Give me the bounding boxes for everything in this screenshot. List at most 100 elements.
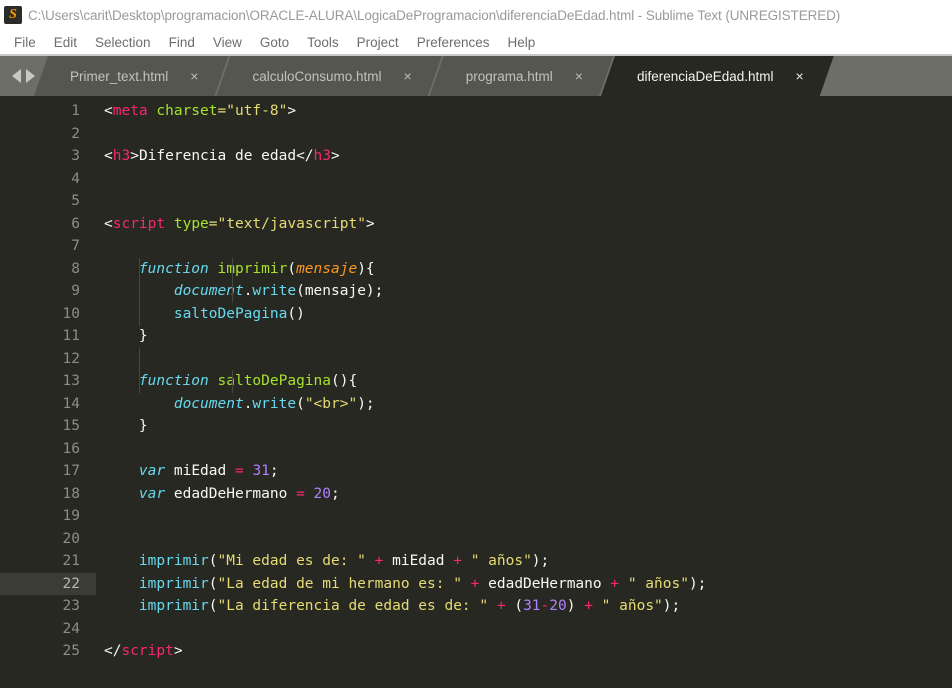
code-token: < xyxy=(104,215,113,232)
code-line-12[interactable] xyxy=(96,348,952,371)
code-line-7[interactable] xyxy=(96,235,952,258)
code-line-25[interactable]: </script> xyxy=(96,640,952,663)
code-line-4[interactable] xyxy=(96,168,952,191)
code-token: </ xyxy=(104,643,122,659)
code-line-18[interactable]: var edadDeHermano = 20; xyxy=(96,483,952,506)
code-line-10[interactable]: saltoDePagina() xyxy=(96,303,952,326)
code-line-2[interactable] xyxy=(96,123,952,146)
code-token: } xyxy=(138,328,148,344)
line-number-24: 24 xyxy=(62,620,80,637)
code-token: ( xyxy=(296,283,305,299)
code-line-24[interactable] xyxy=(96,618,952,641)
menu-item-goto[interactable]: Goto xyxy=(251,34,298,51)
line-number-25: 25 xyxy=(62,643,80,659)
code-line-22[interactable]: imprimir("La edad de mi hermano es: " + … xyxy=(96,573,952,596)
menu-item-edit[interactable]: Edit xyxy=(45,34,86,51)
code-token: = xyxy=(234,463,244,479)
code-line-6[interactable]: <script type="text/javascript"> xyxy=(96,213,952,236)
code-line-21[interactable]: imprimir("Mi edad es de: " + miEdad + " … xyxy=(96,550,952,573)
code-token: mensaje xyxy=(296,260,358,277)
tab-label: Primer_text.html xyxy=(70,68,169,84)
code-token: = xyxy=(208,215,218,232)
line-number-18: 18 xyxy=(62,485,80,502)
code-token: mensaje xyxy=(304,283,366,299)
code-token: script xyxy=(112,215,166,232)
code-content-area[interactable]: <meta charset="utf-8"> <h3>Diferencia de … xyxy=(96,96,952,688)
editor-tab-diferenciaDeEdad-html[interactable]: diferenciaDeEdad.html × xyxy=(601,56,834,96)
editor-tab-calculoConsumo-html[interactable]: calculoConsumo.html × xyxy=(216,56,441,96)
code-line-17[interactable]: var miEdad = 31; xyxy=(96,460,952,483)
code-line-1[interactable]: <meta charset="utf-8"> xyxy=(96,100,952,123)
menu-item-selection[interactable]: Selection xyxy=(86,34,160,51)
code-line-20[interactable] xyxy=(96,528,952,551)
tab-close-icon[interactable]: × xyxy=(404,69,412,83)
code-editor[interactable]: 1 2 3 4 5 6 7 8 9 10 11 12 13 14 15 16 17 18 19 20 21 22 23 24 2… xyxy=(0,96,952,688)
code-token: edadDeHermano xyxy=(165,485,297,502)
tab-next-arrow-icon[interactable] xyxy=(25,69,35,83)
code-token: ( xyxy=(208,553,218,569)
code-token: ( xyxy=(505,598,524,614)
menu-item-tools[interactable]: Tools xyxy=(298,34,348,51)
code-line-8[interactable]: function imprimir(mensaje){ xyxy=(96,258,952,281)
code-token: edadDeHermano xyxy=(479,575,611,592)
tab-close-icon[interactable]: × xyxy=(796,69,804,83)
menu-item-find[interactable]: Find xyxy=(160,34,204,51)
code-token: + xyxy=(610,575,620,592)
code-token: " años" xyxy=(627,575,689,592)
line-number-1: 1 xyxy=(71,103,80,119)
code-token: "<br>" xyxy=(304,395,358,412)
code-line-14[interactable]: document.write("<br>"); xyxy=(96,393,952,416)
code-token: 31 xyxy=(252,463,270,479)
code-token: ); xyxy=(357,395,375,412)
line-number-gutter: 1 2 3 4 5 6 7 8 9 10 11 12 13 14 15 16 17 18 19 20 21 22 23 24 2… xyxy=(0,96,96,688)
code-line-11[interactable]: } xyxy=(96,325,952,348)
line-number-7: 7 xyxy=(71,238,80,254)
code-line-9[interactable]: document.write(mensaje); xyxy=(96,280,952,303)
code-line-3[interactable]: <h3>Diferencia de edad</h3> xyxy=(96,145,952,168)
code-token: + xyxy=(453,553,462,569)
menu-item-preferences[interactable]: Preferences xyxy=(408,34,499,51)
code-token: = xyxy=(217,103,227,119)
code-token: ); xyxy=(531,553,550,569)
code-token: "Mi edad es de: " xyxy=(217,553,366,569)
tab-prev-arrow-icon[interactable] xyxy=(11,69,21,83)
code-token: < xyxy=(104,148,113,164)
line-number-8: 8 xyxy=(71,260,80,277)
code-line-13[interactable]: function saltoDePagina(){ xyxy=(96,370,952,393)
code-token: var xyxy=(138,485,166,502)
code-line-15[interactable]: } xyxy=(96,415,952,438)
tab-close-icon[interactable]: × xyxy=(190,69,198,83)
code-token: imprimir xyxy=(138,598,209,614)
code-line-23[interactable]: imprimir("La diferencia de edad es de: "… xyxy=(96,595,952,618)
editor-tab-Primer_text-html[interactable]: Primer_text.html × xyxy=(34,56,228,96)
menu-item-file[interactable]: File xyxy=(5,34,45,51)
tab-close-icon[interactable]: × xyxy=(575,69,583,83)
code-token: = xyxy=(296,485,305,502)
code-line-19[interactable] xyxy=(96,505,952,528)
code-token: } xyxy=(138,418,148,434)
editor-tab-programa-html[interactable]: programa.html × xyxy=(430,56,613,96)
code-line-5[interactable] xyxy=(96,190,952,213)
menu-item-project[interactable]: Project xyxy=(348,34,408,51)
line-number-23: 23 xyxy=(62,598,80,614)
line-number-19: 19 xyxy=(62,508,80,524)
code-token: ( xyxy=(287,260,297,277)
code-token: < xyxy=(104,103,113,119)
menu-item-help[interactable]: Help xyxy=(499,34,545,51)
code-token: write xyxy=(252,395,297,412)
code-token: + xyxy=(496,598,506,614)
code-token: - xyxy=(540,598,550,614)
code-line-16[interactable] xyxy=(96,438,952,461)
menu-item-view[interactable]: View xyxy=(204,34,251,51)
